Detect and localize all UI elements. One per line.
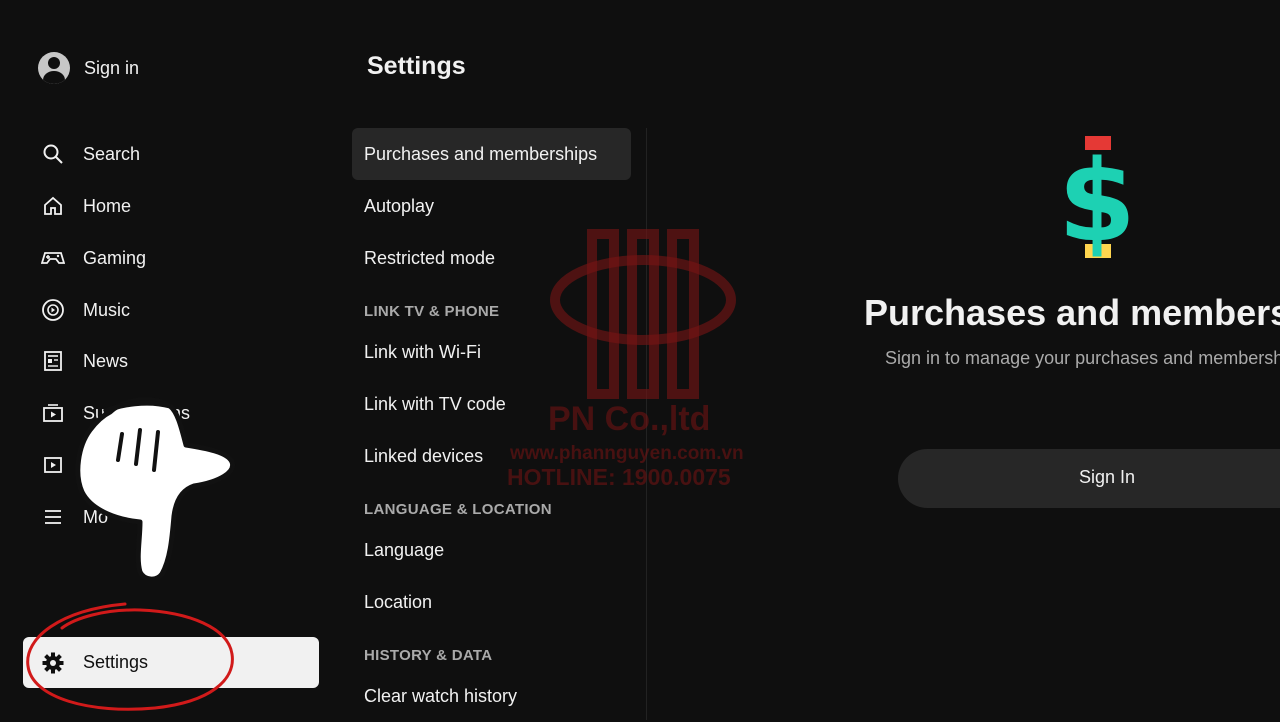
page-title: Settings	[367, 52, 466, 80]
svg-text:$: $	[1058, 137, 1136, 260]
sign-in-button-label: Sign In	[1079, 467, 1136, 487]
avatar-icon	[38, 52, 70, 84]
nav-label-home: Home	[83, 195, 132, 216]
menu-item-language[interactable]: Language	[352, 524, 631, 576]
nav-label-news: News	[83, 350, 129, 371]
section-header-language: LANGUAGE & LOCATION	[364, 501, 552, 518]
gamepad-icon	[36, 241, 70, 275]
nav-item-home[interactable]: Home	[36, 186, 131, 226]
watermark-hotline: HOTLINE: 1900.0075	[507, 464, 731, 490]
pointing-hand-icon	[75, 397, 236, 580]
newspaper-icon	[36, 344, 70, 378]
nav-label-music: Music	[83, 299, 131, 320]
nav-item-search[interactable]: Search	[36, 134, 140, 174]
library-icon	[36, 448, 70, 482]
menu-item-location[interactable]: Location	[352, 576, 631, 628]
highlight-circle	[26, 602, 234, 711]
music-disc-icon	[36, 293, 70, 327]
sign-in-label: Sign in	[84, 57, 140, 78]
nav-label-search: Search	[83, 143, 141, 164]
dollar-icon: $	[1058, 136, 1136, 260]
home-icon	[36, 189, 70, 223]
pane-title: Purchases and membershi	[864, 292, 1280, 333]
menu-item-clear-watch-history[interactable]: Clear watch history	[352, 670, 631, 722]
section-header-history: HISTORY & DATA	[364, 647, 493, 664]
watermark-company: PN Co.,ltd	[548, 400, 711, 438]
subscriptions-icon	[36, 396, 70, 430]
menu-icon	[36, 500, 70, 534]
nav-item-gaming[interactable]: Gaming	[36, 238, 146, 278]
nav-item-music[interactable]: Music	[36, 290, 130, 330]
search-icon	[36, 137, 70, 171]
sign-in-button[interactable]: Sign In	[898, 449, 1280, 508]
nav-label-gaming: Gaming	[83, 247, 147, 268]
section-header-link: LINK TV & PHONE	[364, 303, 500, 320]
menu-item-autoplay[interactable]: Autoplay	[352, 180, 631, 232]
nav-item-news[interactable]: News	[36, 341, 128, 381]
pane-subtitle: Sign in to manage your purchases and mem…	[885, 348, 1280, 368]
sign-in-row[interactable]: Sign in	[36, 50, 139, 86]
watermark-website: www.phannguyen.com.vn	[510, 443, 744, 464]
menu-item-purchases[interactable]: Purchases and memberships	[352, 128, 631, 180]
